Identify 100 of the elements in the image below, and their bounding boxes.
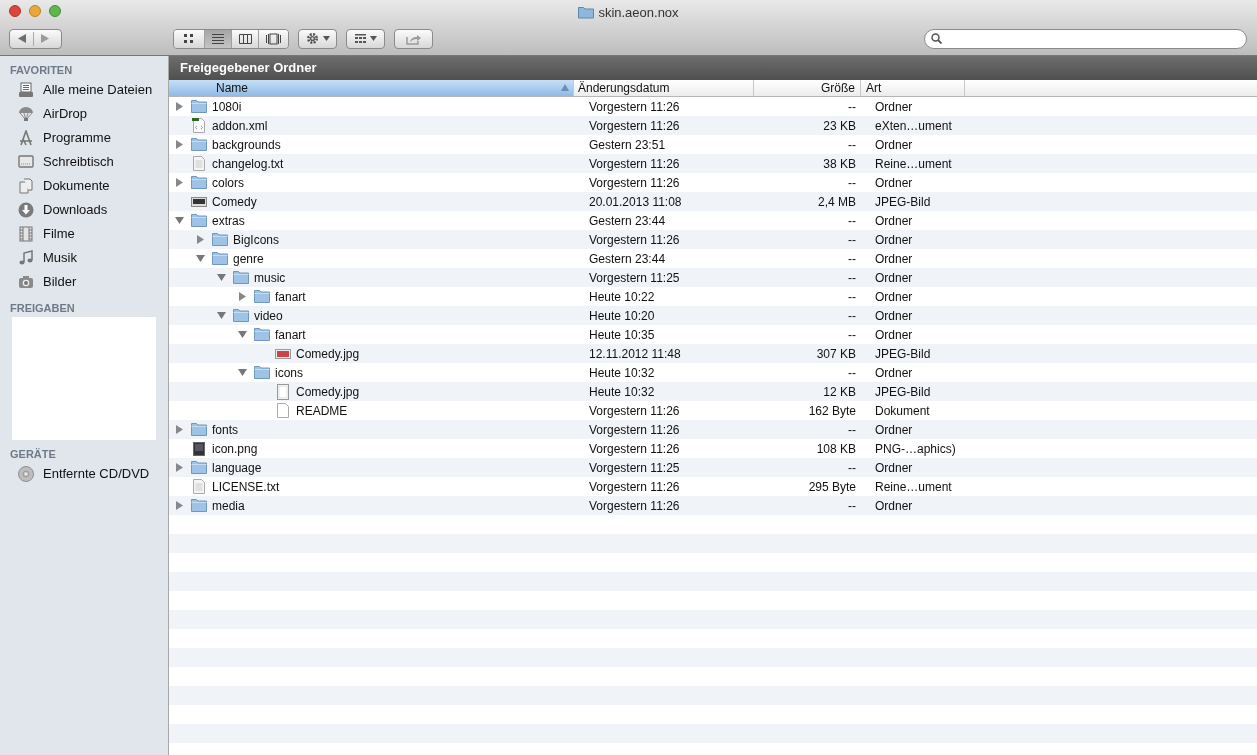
share-icon: [406, 32, 421, 45]
table-cell: Ordner: [875, 99, 913, 114]
column-header[interactable]: Name: [169, 80, 574, 96]
table-cell: --: [848, 270, 856, 285]
file-name[interactable]: media: [212, 496, 245, 515]
file-cabinet-icon: [18, 82, 34, 98]
file-name[interactable]: music: [254, 268, 286, 287]
view-button[interactable]: [174, 29, 204, 48]
table-cell: --: [848, 422, 856, 437]
file-name[interactable]: fanart: [275, 325, 306, 344]
sidebar-item[interactable]: Schreibtisch: [0, 150, 168, 174]
sidebar-item[interactable]: Dokumente: [0, 174, 168, 198]
sidebar-heading: GERÄTE: [9, 447, 57, 462]
disclosure-triangle[interactable]: [175, 501, 184, 510]
table-cell: Reine…ument: [875, 479, 952, 494]
disclosure-triangle[interactable]: [175, 425, 184, 434]
folder-icon: [253, 364, 271, 381]
sidebar-item[interactable]: Alle meine Dateien: [0, 78, 168, 102]
action-menu-button[interactable]: [298, 28, 337, 49]
folder-icon: [253, 288, 271, 305]
table-cell: Ordner: [875, 213, 913, 228]
disclosure-triangle[interactable]: [175, 102, 184, 111]
disclosure-triangle[interactable]: [196, 254, 205, 263]
sidebar-item[interactable]: Filme: [0, 222, 168, 246]
file-name[interactable]: 1080i: [212, 97, 242, 116]
folder-icon: [190, 136, 208, 153]
sidebar-item[interactable]: Programme: [0, 126, 168, 150]
table-cell: 162 Byte: [808, 403, 856, 418]
folder-icon: [190, 174, 208, 191]
table-cell: Heute 10:32: [589, 365, 655, 380]
table-cell: Ordner: [875, 365, 913, 380]
sidebar-item[interactable]: AirDrop: [0, 102, 168, 126]
disclosure-triangle[interactable]: [175, 216, 184, 225]
search-field[interactable]: [924, 28, 1247, 49]
window-title: skin.aeon.nox: [598, 4, 679, 22]
minimize-button[interactable]: [29, 5, 41, 17]
file-name[interactable]: addon.xml: [212, 116, 268, 135]
table-cell: Ordner: [875, 308, 913, 323]
disclosure-triangle[interactable]: [238, 292, 247, 301]
file-name[interactable]: changelog.txt: [212, 154, 284, 173]
file-name[interactable]: icon.png: [212, 439, 258, 458]
table-cell: Ordner: [875, 270, 913, 285]
arrange-menu-button[interactable]: [346, 28, 385, 49]
file-name[interactable]: language: [212, 458, 262, 477]
sidebar-item[interactable]: Downloads: [0, 198, 168, 222]
disclosure-triangle[interactable]: [196, 235, 205, 244]
table-cell: PNG-…aphics): [875, 441, 956, 456]
file-name[interactable]: colors: [212, 173, 244, 192]
sidebar-item[interactable]: Entfernte CD/DVD: [0, 462, 168, 486]
disclosure-triangle[interactable]: [175, 140, 184, 149]
compass-letter-icon: [18, 130, 34, 146]
disclosure-triangle[interactable]: [217, 273, 226, 282]
film-strip-icon: [18, 226, 34, 242]
column-header[interactable]: Art: [861, 80, 965, 96]
back-forward-button[interactable]: [9, 28, 62, 49]
table-cell: Vorgestern 11:26: [589, 156, 680, 171]
file-name[interactable]: LICENSE.txt: [212, 477, 280, 496]
file-name[interactable]: icons: [275, 363, 303, 382]
file-name[interactable]: Comedy: [212, 192, 257, 211]
view-button[interactable]: [231, 29, 258, 48]
table-cell: Heute 10:32: [589, 384, 655, 399]
file-name[interactable]: Comedy.jpg: [296, 344, 360, 363]
file-name[interactable]: extras: [212, 211, 245, 230]
sidebar-heading: FAVORITEN: [9, 63, 74, 78]
table-cell: Gestern 23:44: [589, 251, 666, 266]
file-name[interactable]: README: [296, 401, 348, 420]
table-cell: --: [848, 213, 856, 228]
file-name[interactable]: backgrounds: [212, 135, 281, 154]
table-cell: 108 KB: [816, 441, 856, 456]
view-button[interactable]: [258, 29, 288, 48]
file-name[interactable]: BigIcons: [233, 230, 280, 249]
close-button[interactable]: [9, 5, 21, 17]
file-name[interactable]: fanart: [275, 287, 306, 306]
view-button[interactable]: [204, 29, 231, 48]
file-name[interactable]: video: [254, 306, 283, 325]
file-name[interactable]: Comedy.jpg: [296, 382, 360, 401]
table-cell: Ordner: [875, 327, 913, 342]
share-button[interactable]: [394, 28, 433, 49]
table-cell: Vorgestern 11:26: [589, 175, 680, 190]
table-cell: --: [848, 251, 856, 266]
zoom-button[interactable]: [49, 5, 61, 17]
sidebar-item[interactable]: Musik: [0, 246, 168, 270]
file-name[interactable]: genre: [233, 249, 264, 268]
sidebar-item[interactable]: Bilder: [0, 270, 168, 294]
disclosure-triangle[interactable]: [238, 330, 247, 339]
table-cell: --: [848, 365, 856, 380]
disclosure-triangle[interactable]: [175, 463, 184, 472]
disclosure-triangle[interactable]: [238, 368, 247, 377]
table-cell: eXten…ument: [875, 118, 952, 133]
disclosure-triangle[interactable]: [175, 178, 184, 187]
column-header[interactable]: Änderungsdatum: [574, 80, 754, 96]
table-cell: Vorgestern 11:26: [589, 422, 680, 437]
table-cell: Vorgestern 11:26: [589, 99, 680, 114]
table-cell: Reine…ument: [875, 156, 952, 171]
table-cell: JPEG-Bild: [875, 384, 931, 399]
column-header[interactable]: Größe: [754, 80, 861, 96]
disclosure-triangle[interactable]: [217, 311, 226, 320]
file-name[interactable]: fonts: [212, 420, 238, 439]
gear-icon: [305, 32, 319, 45]
text-file-icon: [190, 478, 208, 495]
